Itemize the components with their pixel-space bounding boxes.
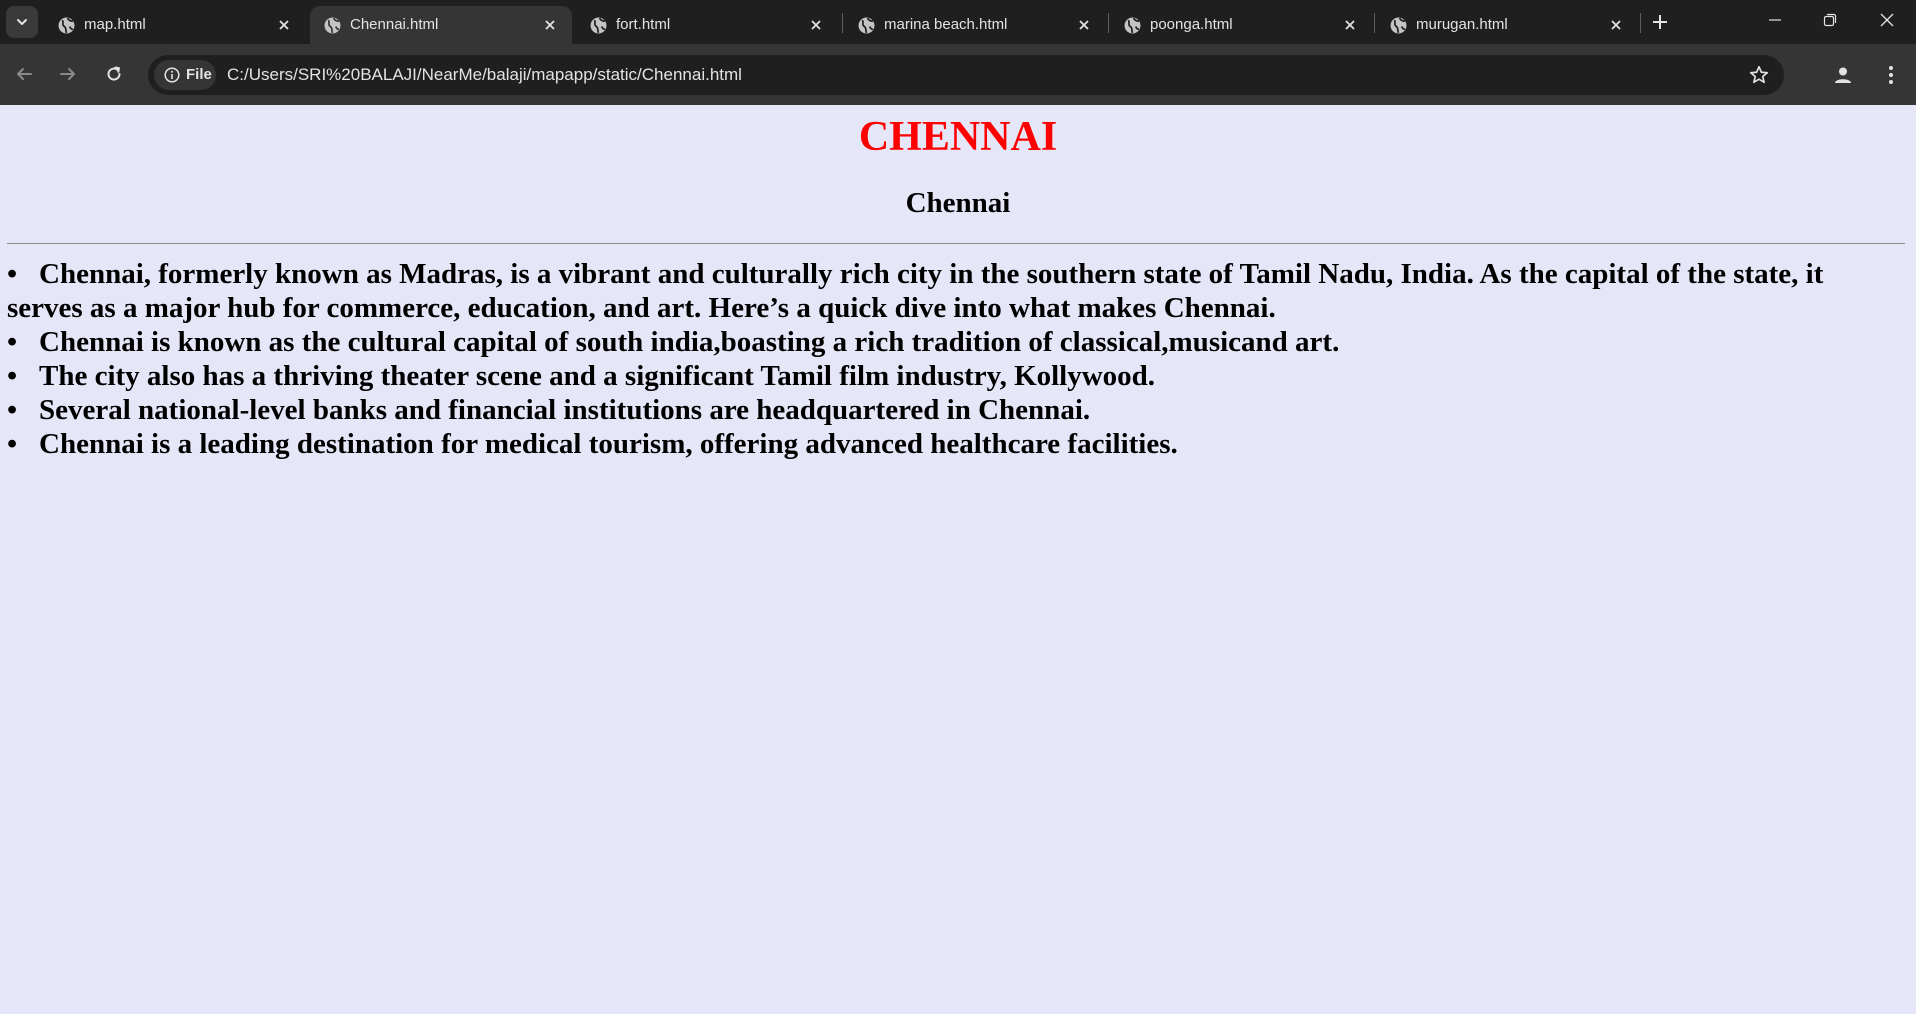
list-item-text: Chennai is a leading destination for med… [39, 428, 1178, 460]
facts-list: • Chennai, formerly known as Madras, is a… [7, 257, 1902, 461]
tab-close-icon[interactable] [1074, 15, 1094, 35]
globe-icon [58, 17, 75, 34]
globe-icon [1124, 17, 1141, 34]
minimize-icon [1769, 19, 1781, 21]
more-vert-icon [1889, 66, 1893, 84]
bullet: • [7, 394, 18, 426]
address-bar[interactable]: File C:/Users/SRI%20BALAJI/NearMe/balaji… [148, 55, 1784, 95]
tab-close-icon[interactable] [274, 15, 294, 35]
tab-search-button[interactable] [6, 6, 38, 38]
back-button[interactable] [6, 56, 42, 92]
tab-title: poonga.html [1150, 16, 1233, 33]
restore-icon [1823, 13, 1837, 27]
info-icon [164, 67, 180, 83]
tab-map[interactable]: map.html [44, 6, 306, 44]
list-item: • Chennai is known as the cultural capita… [7, 325, 1902, 359]
globe-icon [1390, 17, 1407, 34]
tab-title: marina beach.html [884, 16, 1008, 33]
bullet: • [7, 326, 18, 358]
globe-icon [858, 17, 875, 34]
arrow-left-icon [17, 68, 32, 80]
bullet: • [7, 428, 18, 460]
list-item: • Chennai, formerly known as Madras, is a… [7, 257, 1902, 325]
tab-fort[interactable]: fort.html [576, 6, 838, 44]
globe-icon [324, 17, 341, 34]
profile-button[interactable] [1828, 60, 1858, 90]
list-item-text: Several national-level banks and financi… [39, 394, 1091, 426]
bullet: • [7, 258, 18, 290]
tab-murugan[interactable]: murugan.html [1376, 6, 1638, 44]
tab-separator [1374, 13, 1375, 33]
tab-marina-beach[interactable]: marina beach.html [844, 6, 1106, 44]
close-window-button[interactable] [1860, 0, 1914, 40]
tab-close-icon[interactable] [1606, 15, 1626, 35]
url-text[interactable]: C:/Users/SRI%20BALAJI/NearMe/balaji/mapa… [227, 65, 742, 85]
tab-title: fort.html [616, 16, 671, 33]
site-info-label: File [186, 66, 212, 83]
chevron-down-icon [17, 19, 27, 25]
tab-separator [1108, 13, 1109, 33]
person-icon [1835, 67, 1851, 83]
tab-title: Chennai.html [350, 16, 439, 33]
menu-button[interactable] [1876, 60, 1906, 90]
arrow-right-icon [60, 68, 75, 80]
page-heading: CHENNAI [858, 114, 1058, 160]
list-item: • Chennai is a leading destination for me… [7, 427, 1902, 461]
reload-button[interactable] [96, 56, 132, 92]
forward-button[interactable] [50, 56, 86, 92]
reload-icon [107, 66, 121, 81]
bullet: • [7, 360, 18, 392]
tab-close-icon[interactable] [1340, 15, 1360, 35]
tab-strip: map.html Chennai.html fort.html marina b… [0, 0, 1916, 44]
close-icon [1880, 13, 1894, 27]
list-item-text: Chennai is known as the cultural capital… [39, 326, 1340, 358]
page-subheading: Chennai [905, 187, 1011, 219]
tab-poonga[interactable]: poonga.html [1110, 6, 1372, 44]
new-tab-button[interactable] [1646, 10, 1674, 34]
divider [7, 243, 1905, 244]
tab-title: murugan.html [1416, 16, 1508, 33]
tab-chennai[interactable]: Chennai.html [310, 6, 572, 44]
browser-toolbar: File C:/Users/SRI%20BALAJI/NearMe/balaji… [0, 44, 1916, 105]
page-content: CHENNAI Chennai • Chennai, formerly known… [0, 105, 1916, 1014]
restore-button[interactable] [1803, 0, 1857, 40]
tab-separator [842, 13, 843, 33]
tab-title: map.html [84, 16, 146, 33]
list-item-text: The city also has a thriving theater sce… [39, 360, 1156, 392]
plus-icon [1653, 15, 1667, 29]
tab-separator [1640, 13, 1641, 33]
site-info-chip[interactable]: File [154, 60, 216, 90]
globe-icon [590, 17, 607, 34]
tab-close-icon[interactable] [540, 15, 560, 35]
bookmark-star-icon[interactable] [1748, 64, 1770, 86]
tab-close-icon[interactable] [806, 15, 826, 35]
list-item: • Several national-level banks and financ… [7, 393, 1902, 427]
minimize-button[interactable] [1748, 0, 1802, 40]
list-item-text: Chennai, formerly known as Madras, is a … [7, 258, 1824, 324]
list-item: • The city also has a thriving theater sc… [7, 359, 1902, 393]
